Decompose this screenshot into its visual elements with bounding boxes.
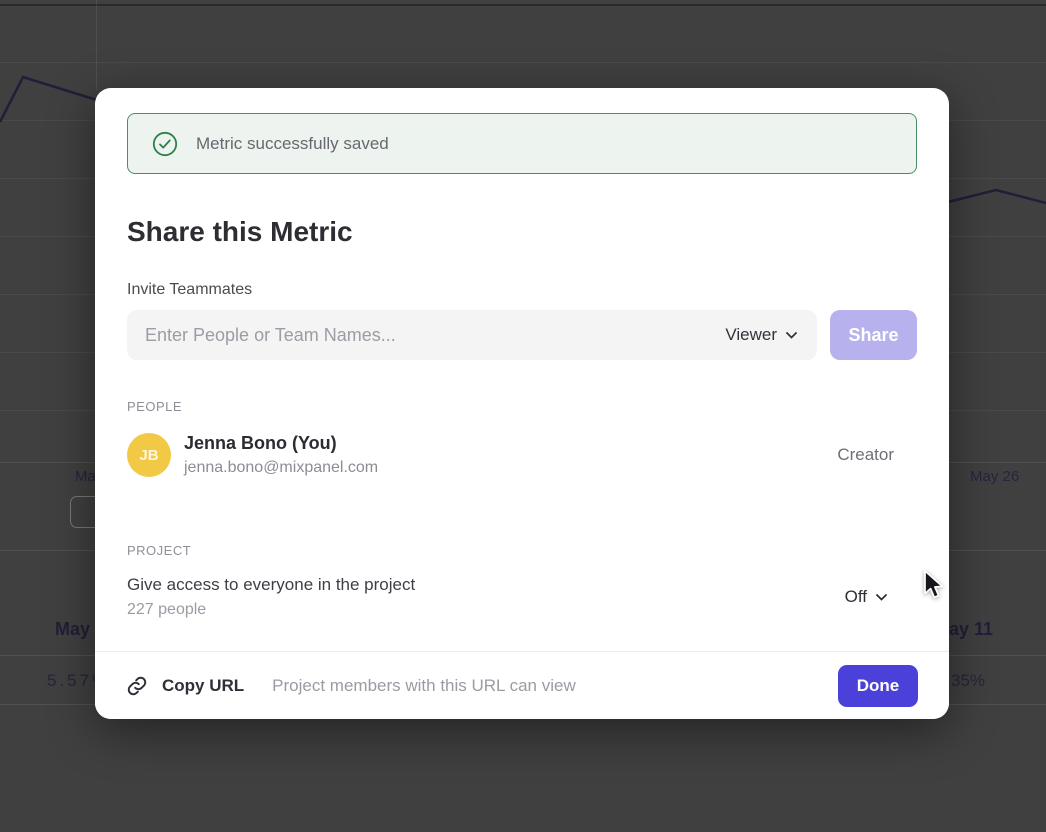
people-section-label: PEOPLE (127, 399, 182, 414)
avatar: JB (127, 433, 171, 477)
invite-row: Viewer Share (127, 310, 917, 360)
success-toast: Metric successfully saved (127, 113, 917, 174)
role-dropdown[interactable]: Viewer (715, 325, 807, 345)
project-access-title: Give access to everyone in the project (127, 575, 415, 595)
link-icon (126, 675, 148, 697)
url-permission-hint: Project members with this URL can view (272, 676, 576, 696)
project-access-row: Give access to everyone in the project 2… (127, 575, 887, 619)
invite-teammates-label: Invite Teammates (127, 281, 252, 299)
share-button[interactable]: Share (830, 310, 917, 360)
member-info: Jenna Bono (You) jenna.bono@mixpanel.com (184, 433, 378, 477)
chevron-down-icon (786, 332, 797, 339)
toast-message: Metric successfully saved (196, 134, 389, 154)
chevron-down-icon (876, 594, 887, 601)
invite-field: Viewer (127, 310, 817, 360)
member-row: JB Jenna Bono (You) jenna.bono@mixpanel.… (127, 432, 894, 478)
project-access-subtitle: 227 people (127, 601, 415, 619)
project-access-dropdown-value: Off (845, 587, 867, 607)
done-button[interactable]: Done (838, 665, 918, 707)
dialog-footer: Copy URL Project members with this URL c… (95, 651, 949, 719)
x-axis-label-right: May 26 (970, 468, 1019, 485)
member-role: Creator (837, 445, 894, 465)
project-access-text: Give access to everyone in the project 2… (127, 575, 415, 619)
project-access-dropdown[interactable]: Off (845, 587, 887, 607)
member-email: jenna.bono@mixpanel.com (184, 459, 378, 477)
member-name: Jenna Bono (You) (184, 433, 378, 454)
table-value-right: 35% (951, 671, 985, 691)
share-metric-dialog: Metric successfully saved Share this Met… (95, 88, 949, 719)
project-section-label: PROJECT (127, 543, 191, 558)
role-dropdown-value: Viewer (725, 325, 777, 345)
check-circle-icon (152, 131, 178, 157)
invite-people-input[interactable] (143, 324, 715, 347)
copy-url-button[interactable]: Copy URL (162, 676, 244, 696)
dialog-title: Share this Metric (127, 216, 353, 248)
